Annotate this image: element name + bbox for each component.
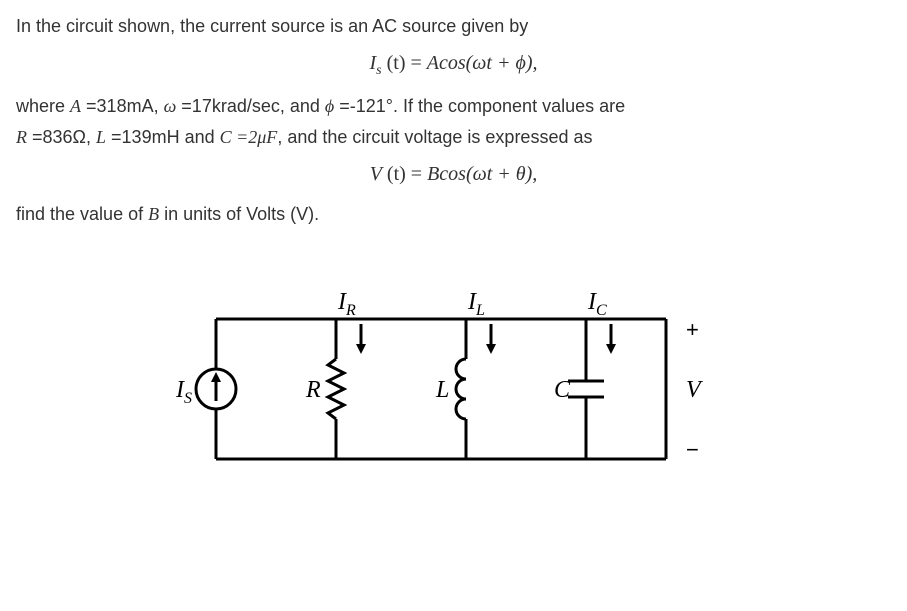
eq1-t: (t) = — [382, 52, 427, 74]
problem-line-3: R =836Ω, L =139mH and C =2μF, and the ci… — [16, 123, 891, 152]
omega-symbol: ω — [164, 96, 177, 116]
problem-line-4: find the value of B in units of Volts (V… — [16, 200, 891, 229]
omega-value: =17krad/sec, and — [176, 96, 325, 116]
IC-label: IC — [587, 289, 607, 319]
circuit-svg: IS R IR L IL C IC + V − — [166, 269, 766, 499]
IR-label: IR — [337, 289, 356, 319]
eq2-lhs-V: V — [370, 163, 382, 185]
problem-line-2: where A =318mA, ω =17krad/sec, and ϕ =-1… — [16, 92, 891, 121]
L-value: =139mH and — [106, 127, 220, 147]
C-symbol: C — [220, 127, 232, 147]
plus-sign: + — [686, 317, 699, 342]
V-label: V — [686, 377, 703, 403]
A-symbol: A — [70, 96, 81, 116]
L-symbol: L — [96, 127, 106, 147]
Is-label: IS — [175, 377, 192, 407]
equation-current-source: Is (t) = Acos(ωt + ϕ), — [16, 47, 891, 82]
IC-arrow-head-icon — [606, 344, 616, 354]
IR-arrow-head-icon — [356, 344, 366, 354]
inductor-icon — [456, 359, 466, 419]
C-value: =2μF — [232, 127, 278, 147]
line2-suffix: . If the component values are — [393, 96, 625, 116]
phi-value: =-121° — [334, 96, 393, 116]
A-value: =318mA, — [81, 96, 164, 116]
IL-label: IL — [467, 289, 485, 319]
line4-prefix: find the value of — [16, 204, 148, 224]
minus-sign: − — [686, 437, 699, 462]
source-arrow-head-icon — [211, 372, 221, 382]
eq2-t: (t) = — [382, 163, 427, 185]
line4-suffix: in units of Volts (V). — [159, 204, 319, 224]
IL-arrow-head-icon — [486, 344, 496, 354]
resistor-icon — [328, 359, 344, 419]
R-symbol: R — [16, 127, 27, 147]
circuit-diagram: IS R IR L IL C IC + V − — [16, 269, 891, 499]
phi-symbol: ϕ — [325, 96, 334, 116]
problem-line-1: In the circuit shown, the current source… — [16, 12, 891, 41]
eq2-rhs: Bcos(ωt + θ), — [427, 163, 537, 185]
C-label: C — [554, 377, 571, 403]
L-label: L — [435, 377, 449, 403]
line2-prefix: where — [16, 96, 70, 116]
B-symbol: B — [148, 204, 159, 224]
line3-suffix: , and the circuit voltage is expressed a… — [277, 127, 592, 147]
R-label: R — [305, 377, 321, 403]
eq1-rhs: Acos(ωt + ϕ), — [427, 52, 538, 74]
text-intro: In the circuit shown, the current source… — [16, 16, 528, 36]
equation-voltage: V (t) = Bcos(ωt + θ), — [16, 158, 891, 190]
R-value: =836Ω, — [27, 127, 96, 147]
